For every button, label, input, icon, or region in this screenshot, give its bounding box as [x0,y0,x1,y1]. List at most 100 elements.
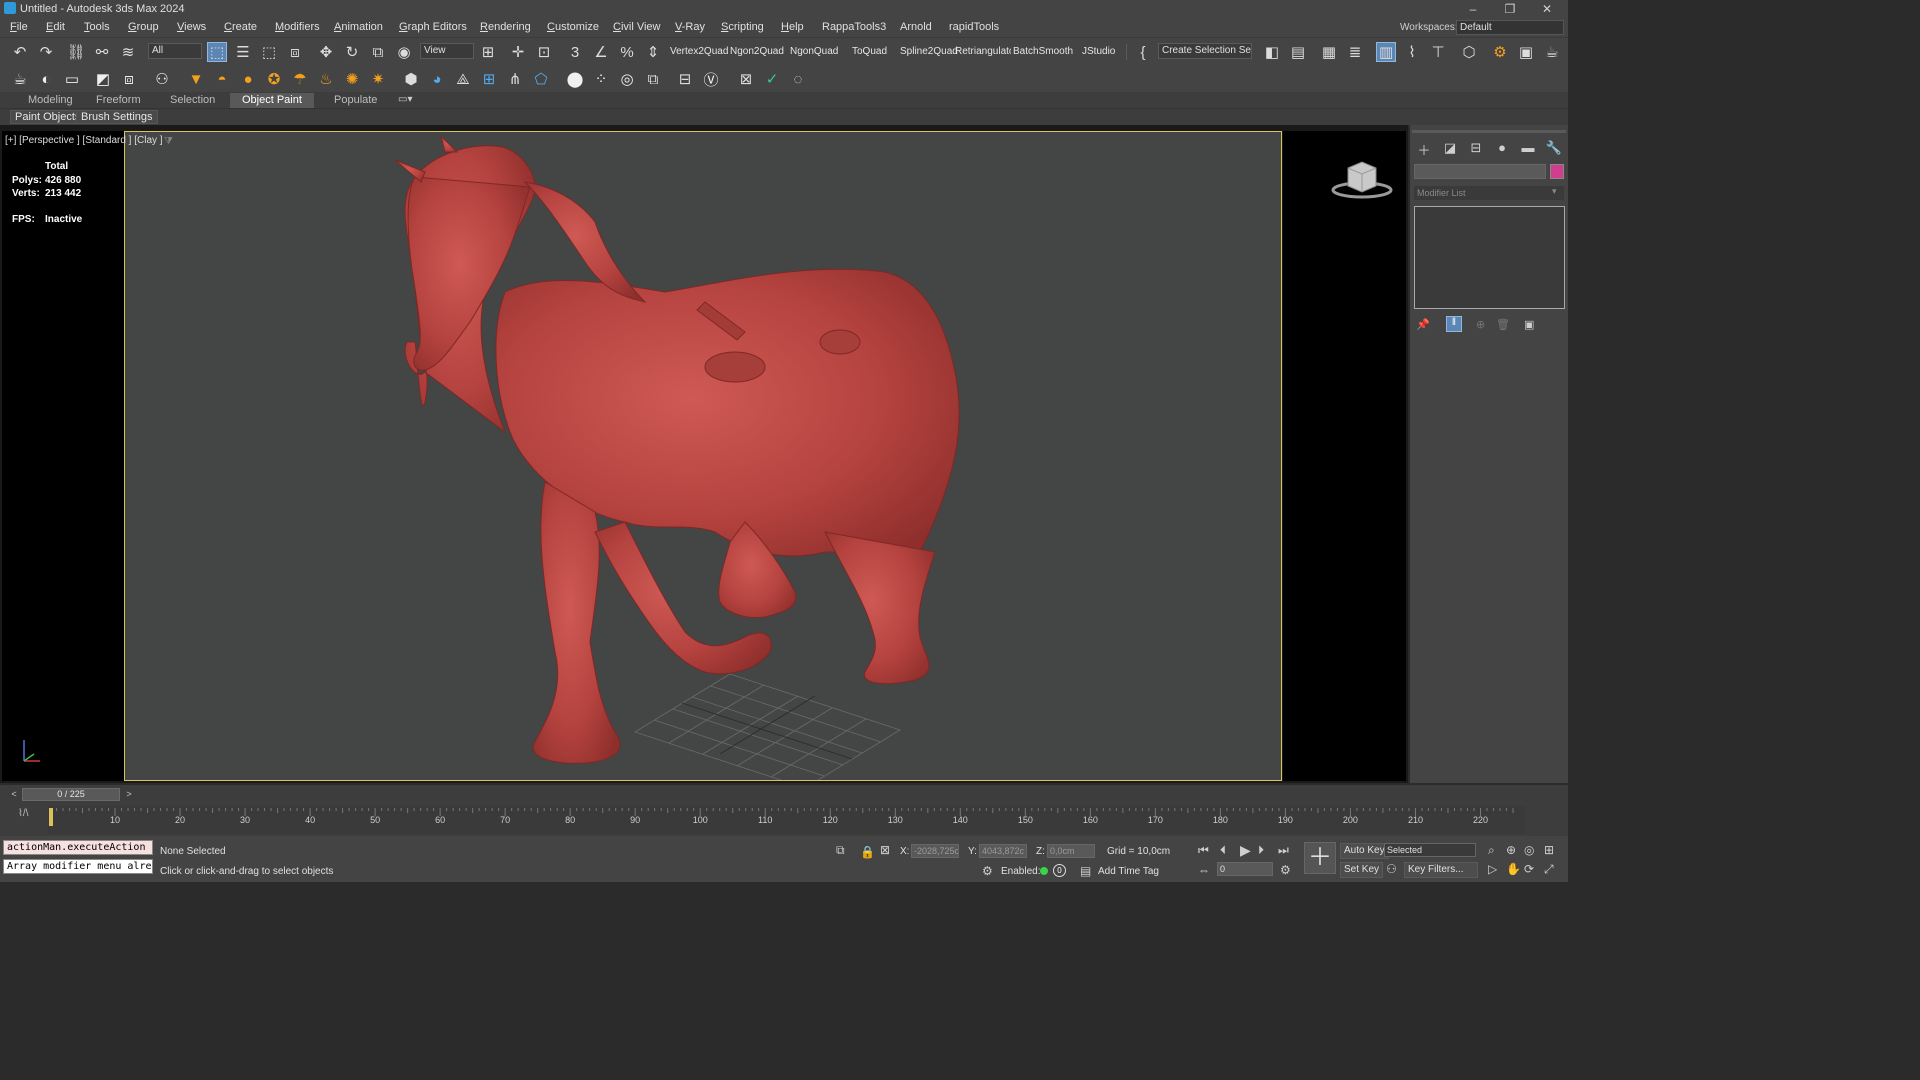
select-by-name-icon[interactable]: ☰ [233,42,253,62]
edit-named-selection-icon[interactable]: { [1133,42,1153,62]
rect-selection-icon[interactable]: ⬚ [259,42,279,62]
key-mode-icon[interactable]: ⇔ [1198,863,1210,877]
frame-buffer-icon[interactable]: ▭ [62,69,82,89]
mini-curve-editor-icon[interactable]: ⌇/\ [18,808,28,819]
tab-freeform[interactable]: Freeform [84,93,153,108]
menu-scripting[interactable]: Scripting [721,21,764,33]
render-setup-icon[interactable]: ⚙ [1490,42,1510,62]
arnold-render-icon[interactable]: ⊠ [736,69,756,89]
go-to-end-icon[interactable]: ⏭ [1278,843,1289,858]
menu-views[interactable]: Views [177,21,206,33]
vray-dome-light-icon[interactable]: ◓ [212,69,232,89]
layer-explorer-icon[interactable]: ≣ [1345,42,1365,62]
select-manipulate-icon[interactable]: ✛ [508,42,528,62]
scale-icon[interactable]: ⧉ [368,42,388,62]
horse-model[interactable] [394,134,960,764]
time-configuration-icon[interactable]: ⚙ [1280,863,1291,877]
menu-rapidtools[interactable]: rapidTools [949,21,999,33]
set-key-button[interactable]: Set Key [1340,862,1384,878]
vray-export-icon[interactable]: ⊟ [675,69,695,89]
link-icon[interactable]: ⛓ [66,42,86,62]
script-ngon2quad[interactable]: Ngon2Quad [730,46,784,57]
undo-icon[interactable]: ↶ [10,42,30,62]
vray-sky-icon[interactable]: ✷ [368,69,388,89]
current-frame-field[interactable]: 0 [1217,862,1273,876]
z-coordinate-field[interactable]: 0,0cm [1047,844,1095,858]
modifier-stack[interactable] [1414,206,1565,309]
time-slider-prev-button[interactable]: < [9,789,19,800]
vray-proxy-icon[interactable]: ◩ [93,69,113,89]
vray-light-icon[interactable]: ▼ [186,69,206,89]
vray-render-icon[interactable]: ◐ [36,69,56,89]
pin-stack-icon[interactable]: 📌 [1416,318,1430,331]
close-button[interactable]: ✕ [1532,1,1562,17]
time-slider-next-button[interactable]: > [124,789,134,800]
rendered-frame-window-icon[interactable]: ▣ [1516,42,1536,62]
tab-object-paint[interactable]: Object Paint [230,93,314,108]
maximize-viewport-icon[interactable]: ⤢ [1544,862,1554,877]
paint-objects-button[interactable]: Paint Objects [10,110,86,124]
percent-snap-icon[interactable]: % [617,42,637,62]
remove-modifier-icon[interactable]: 🗑 [1496,318,1510,331]
adaptive-degradation-icon[interactable]: ⚙ [982,864,993,878]
modifier-list-dropdown[interactable]: Modifier List [1414,186,1564,200]
viewport-label[interactable]: [+] [Perspective ] [Standard ] [Clay ] [5,135,163,146]
viewcube-icon[interactable] [1330,158,1394,202]
object-color-swatch[interactable] [1550,164,1564,179]
menu-create[interactable]: Create [224,21,257,33]
utilities-tab-icon[interactable]: 🔧 [1544,140,1564,156]
modify-tab-icon[interactable]: ◪ [1440,140,1460,156]
brush-settings-button[interactable]: Brush Settings [76,110,158,124]
script-toquad[interactable]: ToQuad [852,46,887,57]
teapot-icon[interactable]: ☕ [10,69,30,89]
ribbon-options-icon[interactable]: ▭▾ [398,94,412,105]
vray-fog-icon[interactable]: ◕ [427,69,447,89]
menu-help[interactable]: Help [781,21,804,33]
motion-tab-icon[interactable]: ● [1492,140,1512,156]
isolate-selection-icon[interactable]: ⧉ [836,843,845,858]
vray-multi-material-icon[interactable]: ⁘ [591,69,611,89]
hierarchy-tab-icon[interactable]: ⊟ [1466,140,1486,156]
ref-coord-dropdown[interactable]: View [420,43,474,59]
menu-edit[interactable]: Edit [46,21,65,33]
vray-grass-icon[interactable]: ⋔ [505,69,525,89]
mirror-icon[interactable]: ◧ [1262,42,1282,62]
previous-frame-icon[interactable]: ⏴ [1220,843,1226,858]
current-frame-marker[interactable] [49,808,53,826]
x-coordinate-field[interactable]: -2028,725c [911,844,959,858]
vray-clipper-icon[interactable]: ⬠ [531,69,551,89]
show-end-result-icon[interactable]: ‖ [1446,316,1462,332]
set-key-big-button[interactable]: ＋ [1304,842,1336,874]
arnold-ipr-icon[interactable]: ◌ [788,69,808,89]
move-icon[interactable]: ✥ [316,42,336,62]
vray-bake-icon[interactable]: ⧉ [643,69,663,89]
app-icon[interactable] [4,2,16,14]
menu-graph-editors[interactable]: Graph Editors [399,21,467,33]
script-batchsmooth[interactable]: BatchSmooth [1013,46,1073,57]
spinner-snap-icon[interactable]: ⇕ [643,42,663,62]
curve-editor-icon[interactable]: ⌇ [1402,42,1422,62]
menu-tools[interactable]: Tools [84,21,110,33]
key-filters-icon[interactable]: ⚇ [1386,862,1397,876]
make-unique-icon[interactable]: ⊕ [1476,318,1485,331]
vray-texture-icon[interactable]: ◎ [617,69,637,89]
zoom-extents-icon[interactable]: ◎ [1524,843,1534,857]
absolute-mode-icon[interactable]: ⊠ [880,843,890,857]
zoom-extents-all-icon[interactable]: ⊞ [1544,843,1554,857]
keyboard-shortcut-override-icon[interactable]: ⊡ [534,42,554,62]
selection-set-dropdown[interactable]: Selected [1384,843,1476,857]
scene-explorer-icon[interactable]: ▦ [1319,42,1339,62]
named-selection-dropdown[interactable]: Create Selection Se [1158,43,1252,59]
vray-decal-icon[interactable]: ⊞ [479,69,499,89]
bind-space-warp-icon[interactable]: ≋ [118,42,138,62]
menu-animation[interactable]: Animation [334,21,383,33]
y-coordinate-field[interactable]: 4043,872c [979,844,1027,858]
menu-modifiers[interactable]: Modifiers [275,21,320,33]
script-vertex2quad[interactable]: Vertex2Quad [670,46,728,57]
vray-ambient-light-icon[interactable]: ♨ [316,69,336,89]
modifier-list-chevron-icon[interactable]: ▾ [1552,186,1557,197]
script-jstudio[interactable]: JStudio [1082,46,1115,57]
auto-key-button[interactable]: Auto Key [1340,843,1389,859]
pan-icon[interactable]: ✋ [1506,862,1521,876]
create-tab-icon[interactable]: ＋ [1414,140,1434,158]
